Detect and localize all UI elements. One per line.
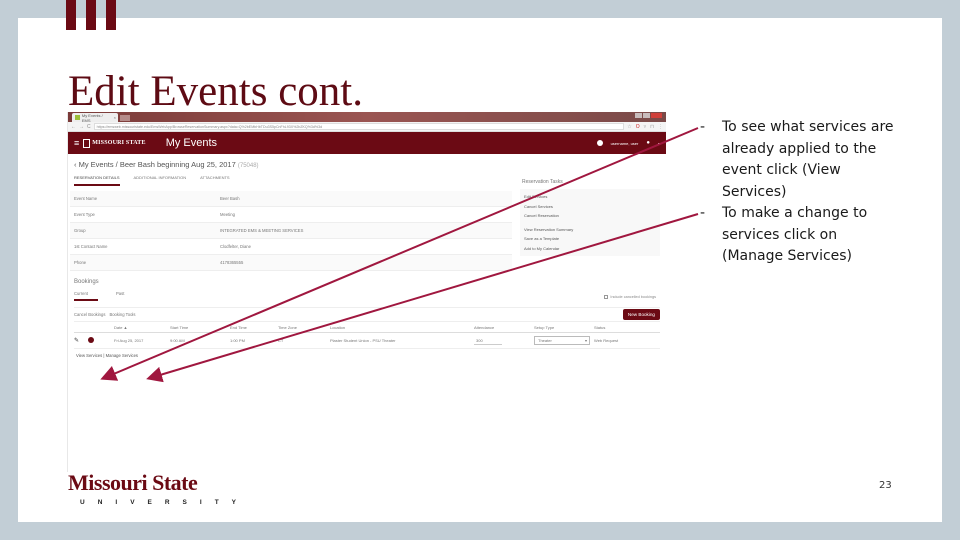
- bullet-item: - To see what services are already appli…: [700, 119, 894, 200]
- checkbox[interactable]: [604, 295, 609, 299]
- minimize-button[interactable]: [635, 113, 642, 118]
- task-cancel-reservation[interactable]: Cancel Reservation: [524, 211, 656, 221]
- star-icon[interactable]: ☆: [627, 124, 631, 130]
- col-location[interactable]: Location: [330, 325, 474, 330]
- reservation-tasks: Reservation Tasks Edit Services Cancel S…: [520, 179, 660, 256]
- missouri-state-logo: Missouri State UNIVERSITY: [68, 470, 250, 507]
- close-icon[interactable]: ×: [114, 115, 116, 120]
- col-time-zone[interactable]: Time Zone: [278, 325, 330, 330]
- attendance-input[interactable]: 300: [474, 336, 502, 345]
- hamburger-icon[interactable]: ≡: [74, 138, 79, 148]
- pencil-icon[interactable]: ✎: [74, 338, 79, 344]
- bookings-title: Bookings: [74, 279, 99, 285]
- col-attendance[interactable]: Attendance: [474, 325, 534, 330]
- view-services-link[interactable]: View Services: [76, 353, 102, 358]
- detail-row: 1st Contact Name Clodfelter, Diane: [70, 239, 512, 255]
- col-start-time[interactable]: Start Time: [170, 325, 230, 330]
- user-icon[interactable]: ●: [646, 140, 650, 146]
- col-end-time[interactable]: End Time: [230, 325, 278, 330]
- browser-tab-bar: My Events / EMS ×: [68, 112, 666, 123]
- task-save-template[interactable]: Save as a Template: [524, 234, 656, 244]
- include-cancelled-checkbox[interactable]: Include cancelled bookings: [604, 295, 656, 299]
- breadcrumb: ‹ My Events / Beer Bash beginning Aug 25…: [68, 154, 666, 169]
- detail-row: Phone 4178365555: [70, 255, 512, 271]
- chevron-down-icon: ▾: [584, 338, 587, 343]
- detail-row: Event Name Beer Bash: [70, 191, 512, 207]
- new-tab-button[interactable]: [120, 115, 130, 121]
- col-setup-type[interactable]: Setup Type: [534, 325, 594, 330]
- cancel-bookings-link[interactable]: Cancel Bookings: [74, 312, 105, 317]
- task-edit-services[interactable]: Edit Services: [524, 192, 656, 202]
- manage-services-link[interactable]: Manage Services: [106, 353, 138, 358]
- bullet-list: - To see what services are already appli…: [700, 117, 900, 268]
- url-input[interactable]: https://emsweb.missouristate.edu/EmsWebA…: [93, 123, 625, 130]
- detail-row: Event Type Meeting: [70, 207, 512, 223]
- reload-icon[interactable]: C: [87, 124, 91, 130]
- setup-type-select[interactable]: Theater ▾: [534, 336, 590, 345]
- logo-icon: [83, 138, 91, 148]
- help-icon[interactable]: [596, 140, 603, 146]
- breadcrumb-text[interactable]: ‹ My Events / Beer Bash beginning Aug 25…: [74, 160, 236, 169]
- opera-icon[interactable]: O: [636, 124, 640, 130]
- details-table: Event Name Beer Bash Event Type Meeting Gr…: [70, 191, 512, 271]
- favicon-icon: [75, 115, 80, 120]
- back-icon[interactable]: ←: [71, 124, 76, 130]
- slide-title: Edit Events cont.: [68, 68, 363, 115]
- chevron-down-icon[interactable]: ▾: [658, 141, 660, 146]
- bookings-header-row: Date ▲ Start Time End Time Time Zone Loc…: [74, 321, 660, 333]
- booking-tools-link[interactable]: Booking Tools: [109, 312, 135, 317]
- menu-icon[interactable]: ⋮: [658, 124, 663, 130]
- app-title: My Events: [165, 137, 218, 149]
- browser-tab[interactable]: My Events / EMS ×: [72, 112, 118, 123]
- cancel-icon[interactable]: [88, 337, 94, 343]
- user-name[interactable]: username, user: [611, 141, 639, 146]
- bookings-section: Bookings Current Past Include cancelled …: [74, 279, 660, 358]
- tab-label: My Events / EMS: [81, 112, 103, 123]
- extension-icon[interactable]: ▿: [644, 124, 647, 130]
- cast-icon[interactable]: ⊓: [650, 124, 654, 130]
- tab-current[interactable]: Current: [74, 291, 98, 301]
- table-row: ✎ Fri Aug 25, 2017 9:00 AM 1:00 PM CT Pl…: [74, 333, 660, 349]
- tab-attachments[interactable]: ATTACHMENTS: [200, 175, 229, 186]
- col-date[interactable]: Date ▲: [114, 325, 170, 330]
- window-close-button[interactable]: [651, 113, 662, 118]
- page-number: 23: [879, 480, 892, 491]
- decorative-bars: [66, 0, 116, 30]
- tab-reservation-details[interactable]: RESERVATION DETAILS: [74, 175, 120, 186]
- task-cancel-services[interactable]: Cancel Services: [524, 202, 656, 212]
- address-bar: ← → C https://emsweb.missouristate.edu/E…: [68, 122, 666, 132]
- reservation-id: (75048): [237, 163, 259, 169]
- detail-row: Group INTEGRATED EMS & MEETING SERVICES: [70, 223, 512, 239]
- app-logo[interactable]: MISSOURI STATE: [83, 138, 146, 148]
- col-status[interactable]: Status: [594, 325, 654, 330]
- tasks-title: Reservation Tasks: [522, 179, 563, 185]
- task-view-summary[interactable]: View Reservation Summary: [524, 225, 656, 235]
- new-booking-button[interactable]: New Booking: [622, 309, 660, 320]
- maximize-button[interactable]: [643, 113, 650, 118]
- service-links: View Services | Manage Services: [76, 353, 139, 358]
- task-add-calendar[interactable]: Add to My Calendar: [524, 244, 656, 254]
- forward-icon[interactable]: →: [79, 124, 84, 130]
- window-controls: [635, 113, 662, 118]
- embedded-browser-screenshot: My Events / EMS × ← → C https://emsweb.m…: [68, 112, 666, 394]
- bullet-item: - To make a change to services click on …: [700, 205, 868, 264]
- tab-additional-information[interactable]: ADDITIONAL INFORMATION: [134, 175, 187, 186]
- detail-tabs: RESERVATION DETAILS ADDITIONAL INFORMATI…: [74, 175, 230, 186]
- tab-past[interactable]: Past: [116, 291, 124, 301]
- app-header: ≡ MISSOURI STATE My Events username, use…: [68, 132, 666, 154]
